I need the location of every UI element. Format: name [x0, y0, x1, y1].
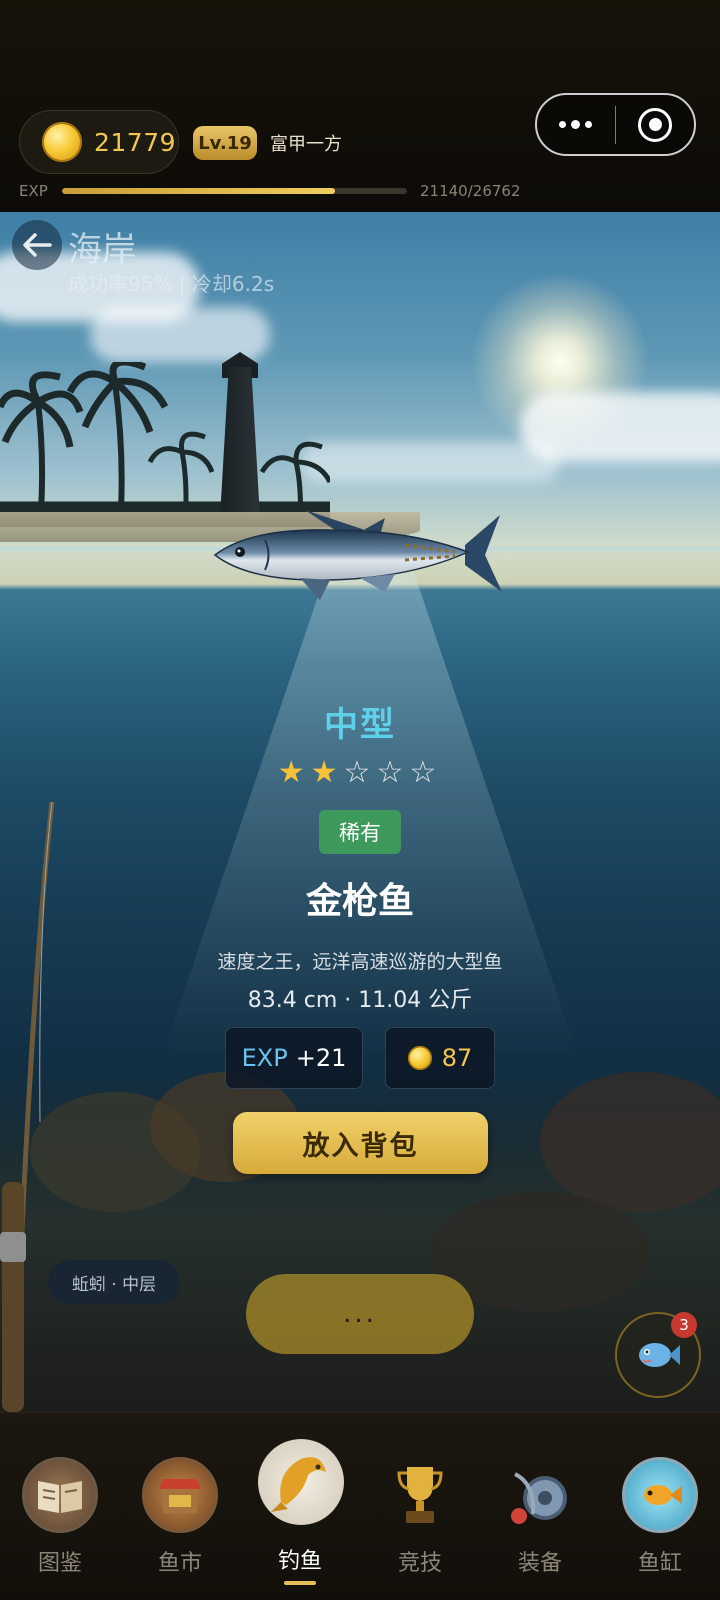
- star-filled-icon: ★: [310, 755, 344, 790]
- exp-label: EXP: [19, 182, 48, 200]
- nav-item-fishing[interactable]: 钓鱼: [240, 1413, 360, 1600]
- nav-item-equipment[interactable]: 装备: [480, 1413, 600, 1600]
- fish-size-category: 中型: [324, 705, 396, 745]
- cloud: [90, 307, 270, 362]
- fishing-scene: 海岸 成功率95% | 冷却6.2s 中型 ★★☆☆☆ 稀有 金枪鱼 速度之王，…: [0, 212, 720, 1412]
- tuna-image: [213, 510, 502, 600]
- nav-label: 钓鱼: [277, 1549, 322, 1574]
- more-dots-icon[interactable]: [537, 95, 615, 154]
- nav-label: 图鉴: [37, 1551, 82, 1576]
- miniprogram-capsule: [535, 93, 696, 156]
- bait-depth-selector[interactable]: 蚯蚓 · 中层: [48, 1260, 180, 1304]
- fish-measurements: 83.4 cm · 11.04 公斤: [247, 988, 473, 1013]
- exp-progress-bar: [62, 188, 407, 194]
- reel-icon: [502, 1457, 578, 1533]
- rarity-badge: 稀有: [319, 810, 401, 854]
- top-bar: 21779 Lv.19 富甲一方 EXP 21140/26762: [0, 0, 720, 212]
- coin-balance[interactable]: 21779: [19, 110, 179, 174]
- star-empty-icon: ☆: [376, 755, 410, 790]
- active-tab-indicator: [284, 1581, 316, 1585]
- nav-item-fish-tank[interactable]: 鱼缸: [600, 1413, 720, 1600]
- fishbowl-icon: [622, 1457, 698, 1533]
- tank-count-badge: 3: [671, 1312, 697, 1338]
- coin-count: 21779: [94, 127, 177, 157]
- nav-label: 鱼缸: [637, 1551, 682, 1576]
- nav-label: 鱼市: [157, 1551, 202, 1576]
- blue-fish-icon: [639, 1343, 680, 1367]
- gold-coin-icon: [407, 1046, 432, 1070]
- nav-label: 装备: [517, 1551, 562, 1576]
- exp-reward: EXP +21: [225, 1027, 363, 1089]
- trophy-icon: [382, 1457, 458, 1533]
- bottom-navigation: 图鉴 鱼市 钓鱼 竞技 装备 鱼缸: [0, 1412, 720, 1600]
- level-badge: Lv.19: [193, 126, 257, 160]
- level-title: 富甲一方: [270, 134, 342, 155]
- fish-tank-shortcut[interactable]: 3: [615, 1312, 701, 1398]
- nav-item-competition[interactable]: 竞技: [360, 1413, 480, 1600]
- exp-reward-value: +21: [295, 1044, 347, 1072]
- star-empty-icon: ☆: [409, 755, 443, 790]
- nav-label: 竞技: [397, 1551, 442, 1576]
- fish-star-rating: ★★☆☆☆: [0, 755, 720, 790]
- location-info: 成功率95% | 冷却6.2s: [68, 272, 275, 296]
- back-arrow-icon: [23, 233, 52, 257]
- location-name: 海岸: [68, 230, 136, 270]
- cast-button[interactable]: ...: [246, 1274, 474, 1354]
- exp-progress-fill: [62, 188, 335, 194]
- nav-item-collection[interactable]: 图鉴: [0, 1413, 120, 1600]
- exp-reward-tag: EXP: [241, 1044, 288, 1072]
- koi-fish-icon: [258, 1439, 344, 1525]
- gold-coin-icon: [42, 122, 82, 162]
- gold-reward: 87: [385, 1027, 495, 1089]
- put-in-bag-button[interactable]: 放入背包: [233, 1112, 488, 1174]
- fish-description: 速度之王，远洋高速巡游的大型鱼: [217, 951, 503, 973]
- book-icon: [22, 1457, 98, 1533]
- star-filled-icon: ★: [277, 755, 311, 790]
- star-empty-icon: ☆: [343, 755, 377, 790]
- gold-reward-value: 87: [441, 1044, 473, 1072]
- exp-value: 21140/26762: [420, 182, 521, 200]
- cloud: [300, 442, 560, 482]
- market-icon: [142, 1457, 218, 1533]
- fish-name: 金枪鱼: [305, 881, 414, 922]
- back-button[interactable]: [12, 220, 62, 270]
- target-circle-icon[interactable]: [616, 95, 694, 154]
- nav-item-market[interactable]: 鱼市: [120, 1413, 240, 1600]
